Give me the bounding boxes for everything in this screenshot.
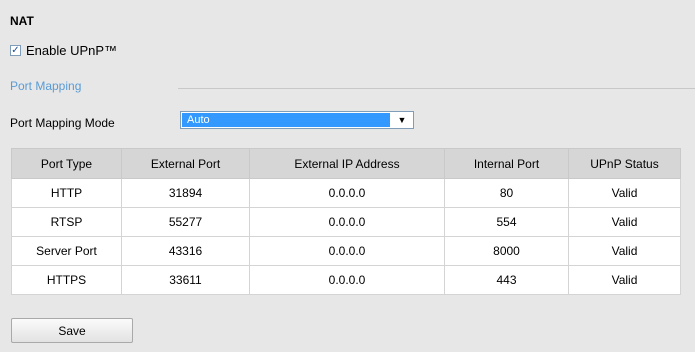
column-header-upnp-status: UPnP Status	[568, 148, 681, 179]
port-mapping-mode-label: Port Mapping Mode	[10, 116, 115, 130]
cell-port-type: RTSP	[11, 207, 122, 237]
cell-external-ip: 0.0.0.0	[249, 178, 445, 208]
table-row: Server Port 43316 0.0.0.0 8000 Valid	[11, 236, 681, 266]
table-row: HTTP 31894 0.0.0.0 80 Valid	[11, 178, 681, 208]
cell-external-port: 31894	[121, 178, 250, 208]
enable-upnp-checkbox[interactable]: ✓	[10, 45, 21, 56]
column-header-external-port: External Port	[121, 148, 250, 179]
port-mapping-heading: Port Mapping	[10, 79, 82, 93]
cell-internal-port: 443	[444, 265, 569, 295]
section-divider	[178, 88, 695, 89]
table-row: RTSP 55277 0.0.0.0 554 Valid	[11, 207, 681, 237]
column-header-internal-port: Internal Port	[444, 148, 569, 179]
cell-upnp-status: Valid	[568, 178, 681, 208]
column-header-port-type: Port Type	[11, 148, 122, 179]
port-mapping-mode-value[interactable]: Auto	[182, 113, 390, 127]
cell-port-type: Server Port	[11, 236, 122, 266]
cell-external-port: 55277	[121, 207, 250, 237]
cell-external-port: 43316	[121, 236, 250, 266]
port-mapping-table: Port Type External Port External IP Addr…	[11, 148, 681, 295]
cell-upnp-status: Valid	[568, 236, 681, 266]
save-button[interactable]: Save	[11, 318, 133, 343]
enable-upnp-label: Enable UPnP™	[26, 43, 118, 58]
cell-internal-port: 80	[444, 178, 569, 208]
cell-external-ip: 0.0.0.0	[249, 236, 445, 266]
cell-internal-port: 554	[444, 207, 569, 237]
port-mapping-mode-select[interactable]: Auto ▼	[180, 111, 414, 129]
column-header-external-ip: External IP Address	[249, 148, 445, 179]
chevron-down-icon[interactable]: ▼	[391, 112, 413, 128]
cell-port-type: HTTPS	[11, 265, 122, 295]
cell-upnp-status: Valid	[568, 265, 681, 295]
table-row: HTTPS 33611 0.0.0.0 443 Valid	[11, 265, 681, 295]
section-title: NAT	[10, 14, 34, 28]
cell-upnp-status: Valid	[568, 207, 681, 237]
cell-external-ip: 0.0.0.0	[249, 265, 445, 295]
cell-external-port: 33611	[121, 265, 250, 295]
table-header-row: Port Type External Port External IP Addr…	[11, 148, 681, 179]
cell-external-ip: 0.0.0.0	[249, 207, 445, 237]
cell-internal-port: 8000	[444, 236, 569, 266]
enable-upnp-row[interactable]: ✓ Enable UPnP™	[10, 43, 117, 58]
cell-port-type: HTTP	[11, 178, 122, 208]
